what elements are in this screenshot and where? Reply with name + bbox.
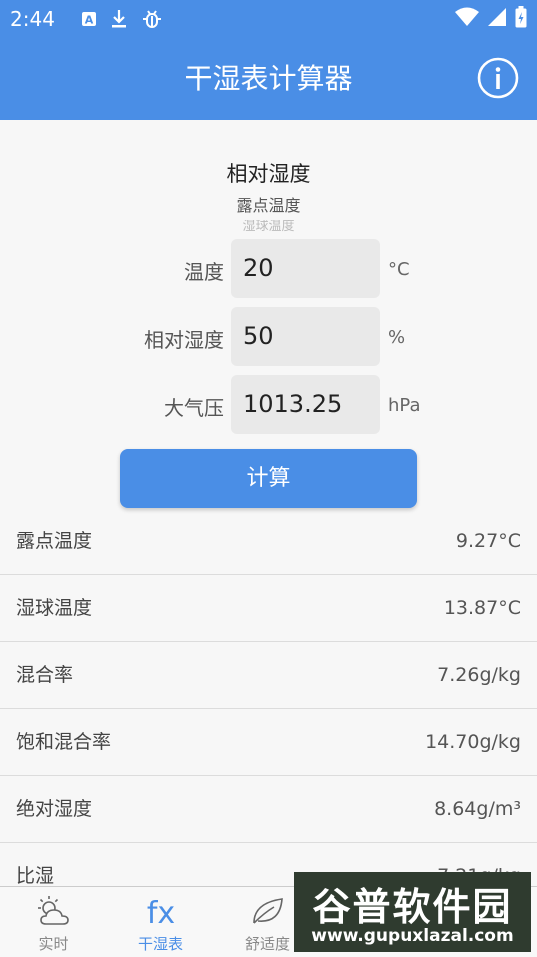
a-badge-icon: A: [81, 12, 96, 27]
temperature-input[interactable]: 20: [231, 239, 380, 298]
battery-icon: [515, 6, 527, 28]
temperature-unit: °C: [388, 259, 410, 280]
pressure-input[interactable]: 1013.25: [231, 375, 380, 434]
svg-text:fx: fx: [146, 896, 174, 927]
result-name: 露点温度: [16, 530, 93, 552]
leaf-icon: [252, 898, 283, 924]
result-name: 饱和混合率: [16, 731, 112, 753]
result-value: 8.64g/m³: [434, 798, 521, 820]
picker-option[interactable]: 露点温度: [0, 192, 537, 220]
temperature-label: 温度: [184, 260, 224, 284]
result-name: 绝对湿度: [16, 798, 93, 820]
fx-icon: fx: [146, 896, 174, 927]
result-row: 饱和混合率 14.70g/kg: [0, 709, 537, 776]
humidity-input[interactable]: 50: [231, 307, 380, 366]
app-title: 干湿表计算器: [184, 62, 353, 95]
pressure-label: 大气压: [164, 396, 224, 420]
app-bar: 干湿表计算器: [0, 38, 537, 120]
info-icon[interactable]: [477, 57, 519, 99]
result-value: 7.26g/kg: [437, 664, 521, 686]
result-name: 湿球温度: [16, 597, 93, 619]
watermark-url: www.gupuxlazal.com: [311, 926, 514, 946]
humidity-label: 相对湿度: [144, 328, 224, 352]
result-value: 9.27°C: [455, 530, 521, 552]
wifi-icon: [455, 7, 479, 26]
picker-option-selected[interactable]: 相对湿度: [0, 156, 537, 192]
weather-icon: [37, 896, 69, 925]
picker-option[interactable]: 湿球温度: [0, 220, 537, 234]
mode-picker[interactable]: 相对湿度 露点温度 湿球温度: [0, 156, 537, 234]
calculate-button[interactable]: 计算: [120, 449, 417, 508]
result-row: 露点温度 9.27°C: [0, 508, 537, 575]
result-name: 混合率: [16, 664, 74, 686]
results-list: 露点温度 9.27°C 湿球温度 13.87°C 混合率 7.26g/kg 饱和…: [0, 508, 537, 910]
result-row: 混合率 7.26g/kg: [0, 642, 537, 709]
result-value: 14.70g/kg: [425, 731, 521, 753]
status-bar: 2:44 A: [0, 0, 537, 38]
humidity-unit: %: [388, 327, 406, 348]
tab-label: 实时: [38, 935, 69, 953]
bug-icon: [142, 10, 161, 28]
signal-icon: [488, 8, 506, 26]
watermark-title: 谷普软件园: [312, 885, 513, 929]
result-value: 13.87°C: [443, 597, 521, 619]
tab-label: 干湿表: [137, 935, 183, 953]
watermark: 谷普软件园 www.gupuxlazal.com: [294, 872, 531, 952]
result-row: 湿球温度 13.87°C: [0, 575, 537, 642]
tab-psychrometer[interactable]: fx 干湿表: [107, 887, 214, 957]
status-time: 2:44: [10, 7, 55, 31]
svg-text:A: A: [85, 14, 94, 27]
pressure-unit: hPa: [388, 395, 421, 416]
result-row: 绝对湿度 8.64g/m³: [0, 776, 537, 843]
download-icon: [111, 10, 126, 28]
tab-realtime[interactable]: 实时: [0, 887, 107, 957]
